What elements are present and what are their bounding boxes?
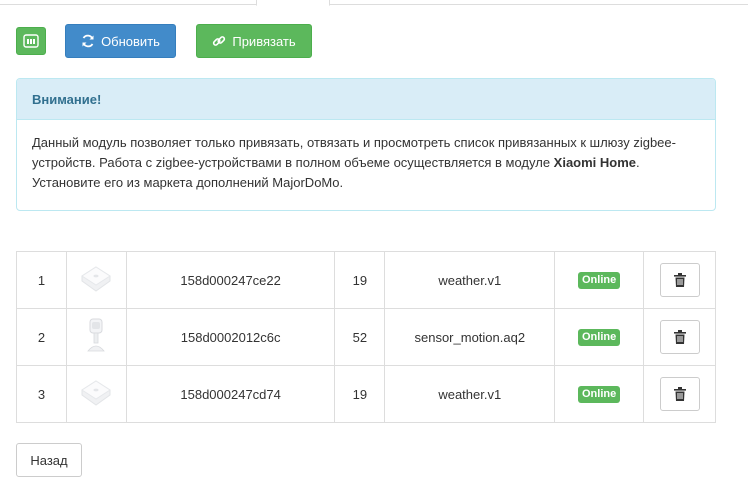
- table-row: 3 158d000247cd74 19 weather.v1 Online: [16, 365, 716, 423]
- device-status: Online: [554, 365, 645, 423]
- device-actions: [643, 365, 716, 423]
- trash-icon: [673, 273, 686, 287]
- refresh-button[interactable]: Обновить: [65, 24, 176, 58]
- bind-button[interactable]: Привязать: [196, 24, 312, 58]
- refresh-icon: [82, 34, 94, 48]
- table-row: 1 158d000247ce22 19 weather.v1 Online: [16, 251, 716, 309]
- tab-active[interactable]: [256, 0, 330, 6]
- device-value: 19: [334, 365, 386, 423]
- weather-sensor-icon: [81, 265, 112, 292]
- table-row: 2 158d0002012c6c 52 sensor_motion.aq2 On…: [16, 308, 716, 366]
- device-actions: [643, 308, 716, 366]
- motion-sensor-icon: [87, 318, 106, 351]
- device-status: Online: [554, 308, 645, 366]
- alert-title: Внимание!: [17, 79, 715, 120]
- device-image: [65, 308, 127, 366]
- delete-button[interactable]: [659, 263, 700, 297]
- alert-text-bold: Xiaomi Home: [553, 155, 637, 170]
- weather-sensor-icon: [81, 379, 112, 406]
- device-actions: [643, 251, 716, 309]
- status-badge: Online: [578, 386, 621, 403]
- device-image: [65, 251, 127, 309]
- row-number: 2: [16, 308, 67, 366]
- device-value: 52: [334, 308, 386, 366]
- trash-icon: [673, 387, 686, 401]
- delete-button[interactable]: [659, 320, 700, 354]
- device-status: Online: [554, 251, 645, 309]
- status-badge: Online: [578, 329, 621, 346]
- status-badge: Online: [578, 272, 621, 289]
- bind-button-label: Привязать: [232, 33, 296, 49]
- link-icon: [213, 36, 226, 46]
- device-mac: 158d000247ce22: [125, 251, 336, 309]
- device-mac: 158d0002012c6c: [125, 308, 336, 366]
- devices-table: 1 158d000247ce22 19 weather.v1 Online 2 …: [16, 251, 716, 423]
- device-model: sensor_motion.aq2: [384, 308, 556, 366]
- device-mac: 158d000247cd74: [125, 365, 336, 423]
- alert-body: Данный модуль позволяет только привязать…: [17, 120, 715, 193]
- refresh-button-label: Обновить: [101, 33, 160, 49]
- tab-bar: [0, 0, 748, 6]
- device-value: 19: [334, 251, 386, 309]
- device-model: weather.v1: [384, 251, 556, 309]
- device-image: [65, 365, 127, 423]
- back-button[interactable]: Назад: [16, 443, 82, 477]
- row-number: 3: [16, 365, 67, 423]
- device-model: weather.v1: [384, 365, 556, 423]
- gateway-icon: [23, 34, 39, 48]
- trash-icon: [673, 330, 686, 344]
- delete-button[interactable]: [659, 377, 700, 411]
- info-alert: Внимание! Данный модуль позволяет только…: [16, 78, 716, 211]
- gateway-button[interactable]: [16, 27, 46, 55]
- back-button-label: Назад: [30, 452, 68, 468]
- row-number: 1: [16, 251, 67, 309]
